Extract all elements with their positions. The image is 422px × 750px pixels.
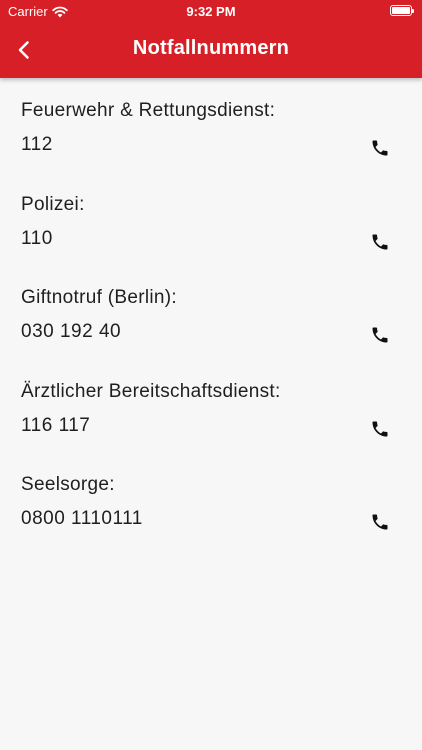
- call-button-pastoral-care[interactable]: [368, 510, 392, 534]
- call-button-police[interactable]: [368, 230, 392, 254]
- clock: 9:32 PM: [186, 4, 236, 19]
- phone-icon: [372, 421, 388, 436]
- phone-icon: [372, 140, 388, 156]
- call-button-poison-control[interactable]: [368, 323, 392, 347]
- call-button-medical-on-call[interactable]: [368, 417, 392, 441]
- list-item-medical-on-call: Ärztlicher Bereitschaftsdienst: 116 117: [0, 359, 422, 453]
- list-item-police: Polizei: 110: [0, 172, 422, 266]
- entry-label: Feuerwehr & Rettungsdienst:: [21, 100, 276, 121]
- entry-label: Seelsorge:: [21, 474, 115, 495]
- emergency-number-list: Feuerwehr & Rettungsdienst: 112 Polizei:…: [0, 78, 422, 546]
- entry-number: 110: [21, 227, 53, 249]
- status-bar: Carrier 9:32 PM: [0, 0, 422, 24]
- app-header: Carrier 9:32 PM Notfallnummern: [0, 0, 422, 78]
- entry-label: Ärztlicher Bereitschaftsdienst:: [21, 380, 281, 402]
- entry-label: Polizei:: [21, 193, 85, 215]
- list-item-pastoral-care: Seelsorge: 0800 1110111: [0, 452, 422, 546]
- battery-icon: [390, 5, 414, 16]
- navigation-bar: Notfallnummern: [0, 24, 422, 78]
- phone-icon: [372, 234, 388, 249]
- entry-number: 112: [21, 134, 53, 155]
- call-button-fire-rescue[interactable]: [368, 136, 392, 160]
- entry-label: Giftnotruf (Berlin):: [21, 287, 177, 308]
- entry-number: 0800 1110111: [21, 508, 143, 529]
- phone-icon: [372, 327, 388, 343]
- phone-icon: [372, 514, 388, 530]
- list-item-fire-rescue: Feuerwehr & Rettungsdienst: 112: [0, 78, 422, 172]
- entry-number: 116 117: [21, 414, 91, 436]
- entry-number: 030 192 40: [21, 321, 122, 342]
- battery-level: [392, 7, 410, 14]
- page-title: Notfallnummern: [132, 37, 290, 59]
- list-item-poison-control: Giftnotruf (Berlin): 030 192 40: [0, 265, 422, 359]
